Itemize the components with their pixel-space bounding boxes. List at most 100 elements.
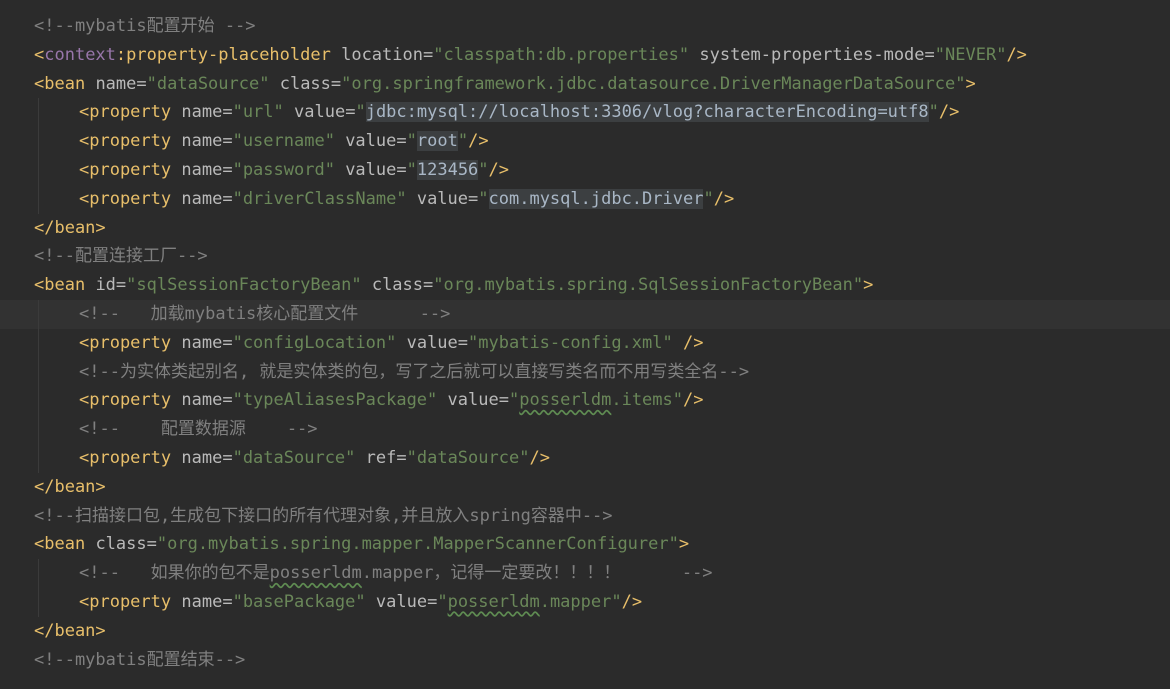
code-line[interactable]: <!-- 如果你的包不是posserldm.mapper，记得一定要改！！！！ …: [0, 559, 1170, 588]
code-line[interactable]: <property name="dataSource" ref="dataSou…: [0, 443, 1170, 473]
code-token: =: [396, 447, 407, 468]
code-token: name: [181, 591, 223, 612]
code-token: class: [95, 534, 147, 555]
code-token: <bean: [34, 73, 86, 94]
code-token: ": [508, 390, 520, 411]
code-token: <: [34, 44, 45, 65]
code-token: ": [355, 102, 366, 123]
code-token: />: [488, 159, 510, 180]
code-token: "driverClassName": [232, 188, 407, 209]
code-line[interactable]: <bean id="sqlSessionFactoryBean" class="…: [0, 271, 1170, 300]
code-token: :property-placeholder: [115, 44, 331, 65]
indent-guide: [38, 155, 39, 185]
code-token: "org.mybatis.spring.mapper.MapperScanner…: [156, 534, 679, 555]
code-token: <bean: [34, 534, 86, 555]
code-token: =: [345, 102, 356, 123]
code-line[interactable]: <bean class="org.mybatis.spring.mapper.M…: [0, 530, 1170, 559]
code-token: name: [181, 332, 223, 353]
code-token: "sqlSessionFactoryBean": [126, 275, 362, 296]
code-token: </bean>: [34, 476, 106, 497]
code-token: </bean>: [34, 620, 106, 641]
code-token: ": [406, 131, 417, 152]
indent-guide: [38, 328, 39, 358]
code-line[interactable]: <!-- 加载mybatis核心配置文件 -->: [0, 299, 1170, 329]
code-token: =: [222, 447, 233, 468]
indent-guide: [38, 386, 39, 416]
code-token: class: [371, 275, 424, 296]
code-line[interactable]: </bean>: [0, 473, 1170, 502]
code-token: value: [345, 131, 397, 152]
code-token: "dataSource": [232, 447, 356, 468]
code-token: ": [478, 159, 489, 180]
code-line[interactable]: <!--配置连接工厂-->: [0, 242, 1170, 271]
code-token: ref: [365, 447, 397, 468]
code-token: "password": [232, 159, 335, 180]
code-token: =: [498, 390, 509, 411]
code-token: />: [529, 447, 550, 468]
code-token: "NEVER": [934, 44, 1007, 65]
code-token: ": [457, 131, 469, 152]
code-line[interactable]: <!--为实体类起别名, 就是实体类的包，写了之后就可以直接写类名而不用写类全名…: [0, 357, 1170, 387]
code-token: ": [928, 102, 939, 123]
code-token: =: [146, 534, 157, 555]
code-token: <!--配置连接工厂-->: [34, 246, 208, 267]
code-token: value: [416, 188, 469, 209]
code-line[interactable]: <property name="password" value="123456"…: [0, 155, 1170, 185]
code-line[interactable]: <property name="url" value="jdbc:mysql:/…: [0, 98, 1170, 128]
code-token: <!--扫描接口包,生成包下接口的所有代理对象,并且放入spring容器中-->: [34, 505, 613, 526]
code-line[interactable]: <property name="configLocation" value="m…: [0, 328, 1170, 358]
code-line[interactable]: <!--扫描接口包,生成包下接口的所有代理对象,并且放入spring容器中-->: [0, 502, 1170, 531]
code-token: <!-- 配置数据源 -->: [79, 419, 318, 440]
code-token: =: [222, 390, 233, 411]
code-line[interactable]: <bean name="dataSource" class="org.sprin…: [0, 70, 1170, 99]
code-token: "configLocation": [232, 332, 397, 353]
code-token: value: [406, 332, 458, 353]
code-token: =: [396, 131, 407, 152]
code-token: />: [1006, 44, 1027, 65]
code-line[interactable]: <!--mybatis配置开始 -->: [0, 12, 1170, 41]
code-line[interactable]: <!--mybatis配置结束-->: [0, 646, 1170, 675]
code-token: <property: [79, 591, 172, 612]
code-token: name: [181, 447, 223, 468]
code-line[interactable]: <context:property-placeholder location="…: [0, 41, 1170, 70]
code-token: class: [279, 73, 331, 94]
code-token: .items": [611, 390, 683, 411]
code-editor[interactable]: <!--mybatis配置开始 --> <context:property-pla…: [0, 0, 1170, 689]
code-token: =: [115, 275, 127, 296]
code-line[interactable]: <property name="basePackage" value="poss…: [0, 587, 1170, 617]
code-token: value: [447, 390, 499, 411]
code-token: posserldm: [519, 390, 612, 411]
code-line[interactable]: </bean>: [0, 617, 1170, 646]
code-line[interactable]: <property name="driverClassName" value="…: [0, 184, 1170, 214]
code-token: "dataSource": [406, 447, 530, 468]
code-token: ": [703, 188, 714, 209]
code-token: <property: [79, 332, 172, 353]
code-token: >: [678, 534, 690, 555]
code-token: />: [621, 591, 643, 612]
code-token: <property: [79, 159, 172, 180]
code-token: =: [222, 332, 233, 353]
code-token: name: [181, 159, 223, 180]
code-token: />: [683, 390, 704, 411]
indent-guide: [38, 587, 39, 617]
code-line[interactable]: <property name="typeAliasesPackage" valu…: [0, 386, 1170, 416]
code-line[interactable]: <property name="username" value="root"/>: [0, 127, 1170, 156]
code-token: .mapper，记得一定要改！！！！ -->: [361, 563, 713, 584]
code-line[interactable]: </bean>: [0, 214, 1170, 243]
code-line[interactable]: <!-- 配置数据源 -->: [0, 415, 1170, 444]
code-token: value: [345, 159, 397, 180]
